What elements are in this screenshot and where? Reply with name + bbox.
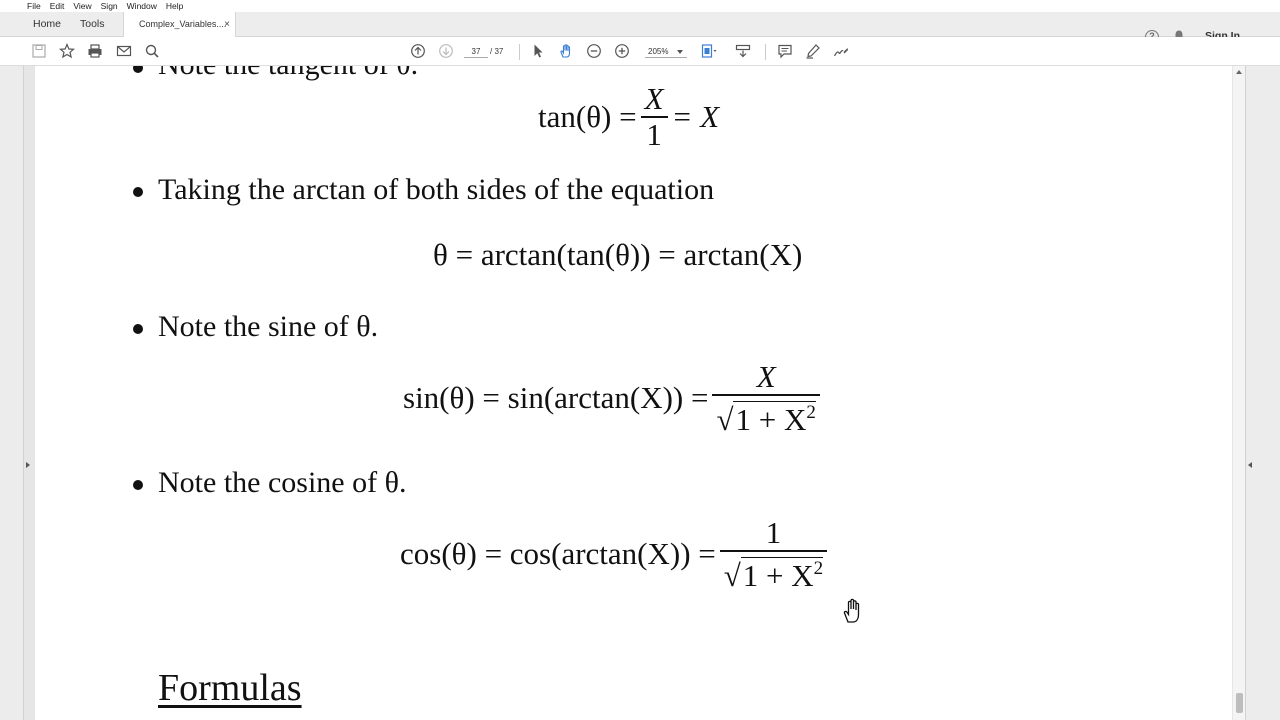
square-root: √1 + X2 <box>723 556 824 593</box>
numerator: X <box>756 358 776 394</box>
scroll-up-icon[interactable] <box>1236 70 1242 74</box>
menu-sign[interactable]: Sign <box>101 0 118 12</box>
equation-sin-lhs: sin(θ) = sin(arctan(X)) = <box>403 380 709 415</box>
fraction: X √1 + X2 <box>712 358 820 437</box>
equation-cos-lhs: cos(θ) = cos(arctan(X)) = <box>400 536 716 571</box>
save-icon[interactable] <box>31 43 47 59</box>
radicand: 1 + X2 <box>740 556 824 593</box>
equation-cos: cos(θ) = cos(arctan(X)) = 1 √1 + X2 <box>400 512 831 596</box>
equation-tan: tan(θ) = X 1 = X <box>538 72 719 162</box>
denominator: √1 + X2 <box>719 549 828 593</box>
select-cursor-icon[interactable] <box>530 43 546 59</box>
highlight-icon[interactable] <box>805 43 821 59</box>
vertical-scrollbar[interactable] <box>1233 66 1245 720</box>
tab-bar: Home Tools Complex_Variables.... × ? Sig… <box>0 12 1280 44</box>
radicand-text: 1 + X <box>735 401 807 437</box>
menu-help[interactable]: Help <box>166 0 183 12</box>
bullet <box>133 187 143 197</box>
menu-bar: File Edit View Sign Window Help <box>0 0 1280 12</box>
bullet-text-arctan: Taking the arctan of both sides of the e… <box>158 173 715 206</box>
numerator: 1 <box>765 514 782 550</box>
expand-right-panel-icon[interactable] <box>1248 462 1252 468</box>
section-heading: Formulas <box>158 667 302 709</box>
toolbar: 37 / 37 205% <box>0 37 1280 66</box>
tab-document[interactable]: Complex_Variables.... × <box>123 12 236 38</box>
right-panel-gutter[interactable] <box>1245 66 1280 720</box>
radicand: 1 + X2 <box>733 400 816 437</box>
menu-file[interactable]: File <box>27 0 41 12</box>
next-page-icon[interactable] <box>438 43 454 59</box>
chevron-down-icon[interactable] <box>677 50 683 54</box>
scroll-mode-icon[interactable] <box>735 43 751 59</box>
exponent: 2 <box>806 401 816 423</box>
search-icon[interactable] <box>144 43 160 59</box>
pdf-page[interactable]: Note the tangent of θ. tan(θ) = X 1 = X … <box>35 66 1232 720</box>
close-tab-icon[interactable]: × <box>224 12 230 37</box>
bullet-text-cosine: Note the cosine of θ. <box>158 466 407 499</box>
equation-tan-lhs: tan(θ) = <box>538 99 637 134</box>
expand-left-panel-icon[interactable] <box>26 462 30 468</box>
equation-sin: sin(θ) = sin(arctan(X)) = X √1 + X2 <box>403 356 824 440</box>
left-panel-gutter[interactable] <box>0 66 24 720</box>
radicand-text: 1 + X <box>742 557 814 593</box>
equation-tan-rhs: = X <box>671 99 720 134</box>
menu-view[interactable]: View <box>73 0 91 12</box>
fraction: 1 √1 + X2 <box>719 514 828 593</box>
sign-icon[interactable] <box>833 43 849 59</box>
star-icon[interactable] <box>59 43 75 59</box>
toolbar-divider <box>765 44 766 60</box>
prev-page-icon[interactable] <box>410 43 426 59</box>
partial-top-line: Note the tangent of θ. <box>158 66 418 82</box>
tab-document-label: Complex_Variables.... <box>139 19 227 29</box>
bullet <box>133 66 143 73</box>
bullet-text-sine: Note the sine of θ. <box>158 310 379 343</box>
zoom-out-icon[interactable] <box>586 43 602 59</box>
page-total: / 37 <box>490 47 504 56</box>
numerator: X <box>644 81 664 116</box>
bullet <box>133 324 143 334</box>
comment-icon[interactable] <box>777 43 793 59</box>
fraction: X 1 <box>640 81 668 152</box>
tab-home[interactable]: Home <box>33 12 61 37</box>
fit-page-icon[interactable] <box>701 43 717 59</box>
zoom-in-icon[interactable] <box>614 43 630 59</box>
menu-edit[interactable]: Edit <box>50 0 65 12</box>
page-number-input[interactable]: 37 <box>464 45 488 58</box>
square-root: √1 + X2 <box>716 400 816 437</box>
equation-theta: θ = arctan(tan(θ)) = arctan(X) <box>433 237 803 272</box>
scrollbar-thumb[interactable] <box>1236 693 1243 713</box>
tab-tools[interactable]: Tools <box>80 12 105 37</box>
print-icon[interactable] <box>87 43 103 59</box>
toolbar-divider <box>519 44 520 60</box>
hand-tool-icon[interactable] <box>558 43 574 59</box>
denominator: 1 <box>640 116 668 152</box>
mail-icon[interactable] <box>116 43 132 59</box>
bullet <box>133 480 143 490</box>
denominator: √1 + X2 <box>712 393 820 437</box>
exponent: 2 <box>813 557 824 579</box>
menu-window[interactable]: Window <box>127 0 157 12</box>
hand-cursor-icon <box>842 597 864 623</box>
